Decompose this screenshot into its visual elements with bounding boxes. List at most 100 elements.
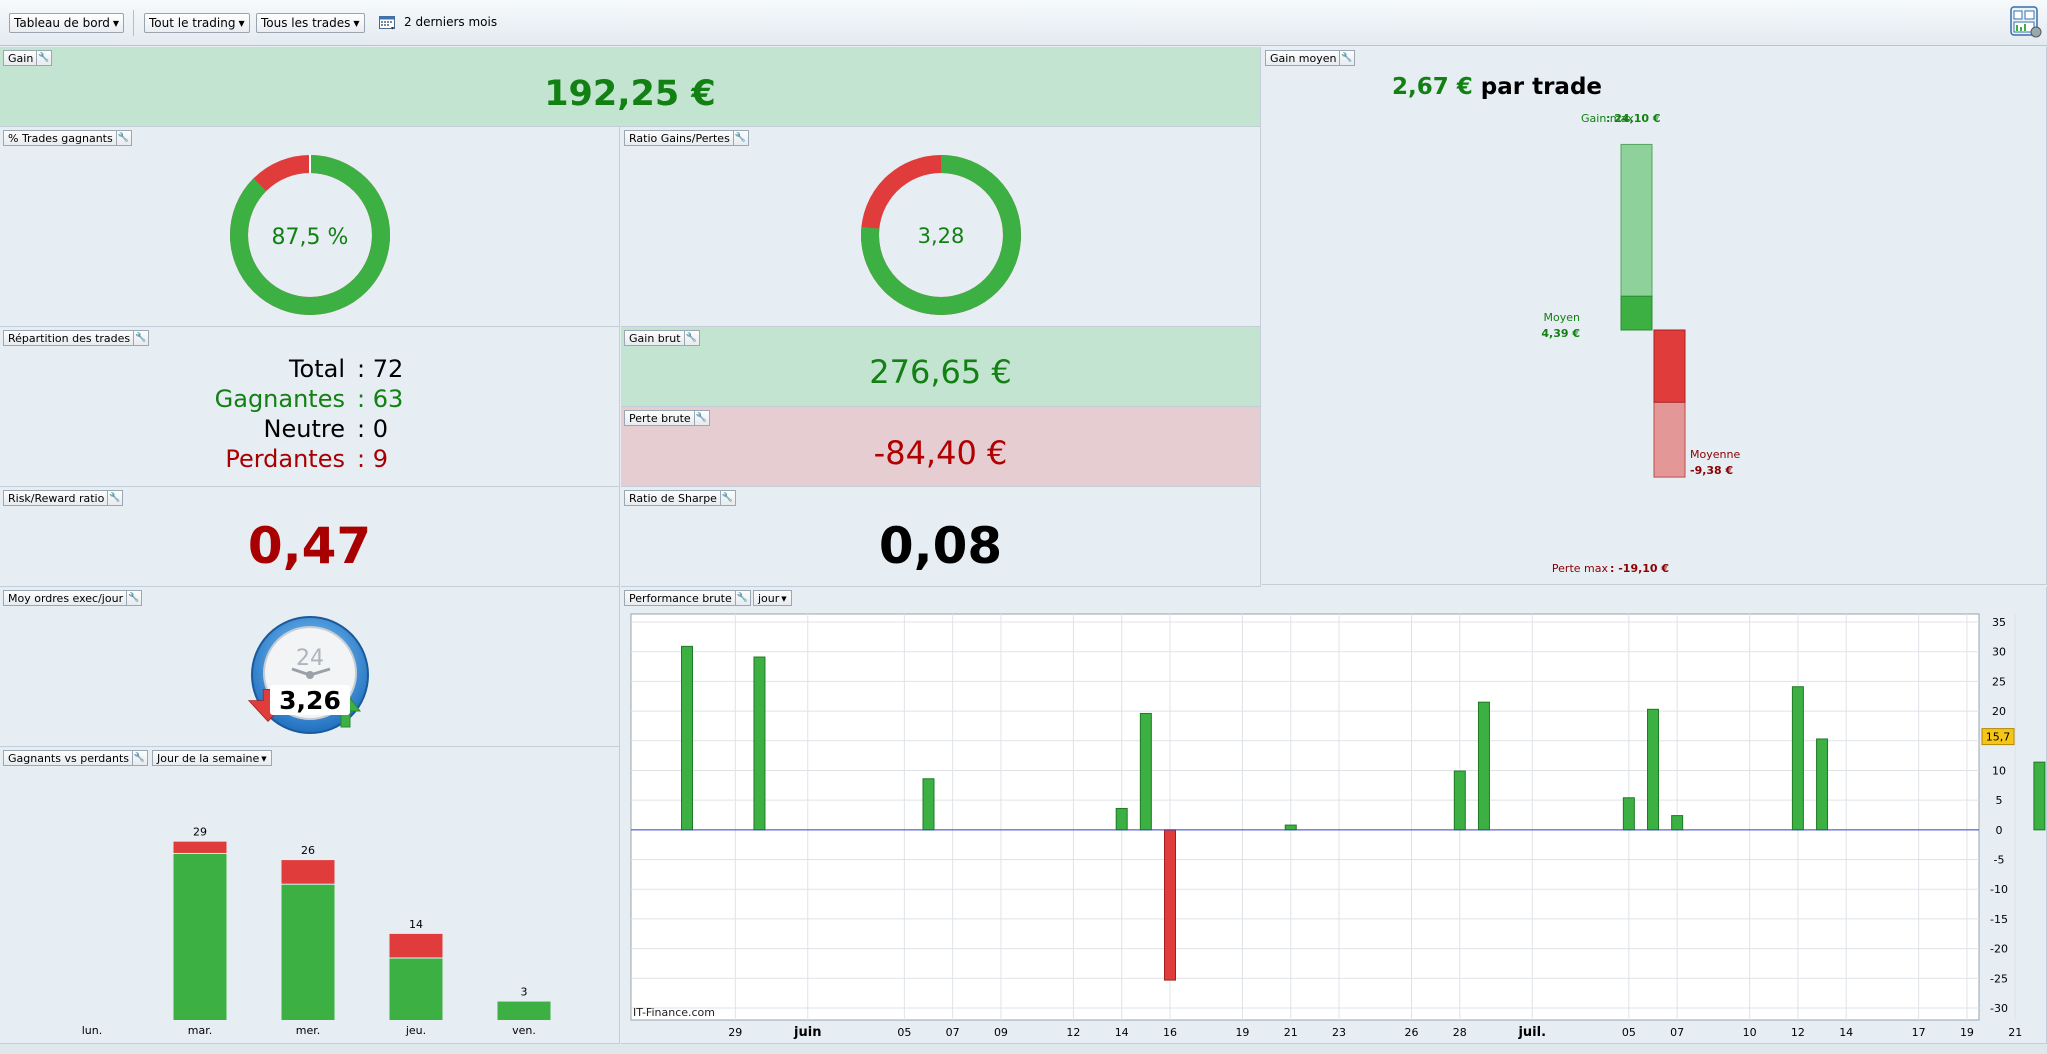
trading-select-label: Tout le trading bbox=[149, 16, 236, 30]
performance-bar bbox=[1139, 712, 1152, 831]
weekday-label: mar. bbox=[188, 1024, 212, 1037]
risk-reward-title-label: Risk/Reward ratio bbox=[8, 492, 105, 505]
x-tick-label: 19 bbox=[1235, 1026, 1249, 1039]
repartition-value: : 72 bbox=[357, 355, 404, 383]
x-tick-label: 12 bbox=[1791, 1026, 1805, 1039]
performance-bar bbox=[1453, 770, 1466, 831]
y-tick-label: 20 bbox=[1992, 705, 2006, 718]
y-tick-label: -10 bbox=[1990, 883, 2008, 896]
repartition-row-neutral: Neutre : 0 bbox=[0, 415, 620, 445]
bar-total-label: 26 bbox=[301, 844, 315, 857]
win-pct-panel: % Trades gagnants 🔧 87,5 % bbox=[0, 127, 620, 327]
trades-select[interactable]: Tous les trades ▼ bbox=[256, 13, 365, 33]
gain-value: 192,25 € bbox=[544, 74, 716, 114]
win-bar bbox=[497, 1001, 551, 1020]
repartition-row-winners: Gagnantes : 63 bbox=[0, 385, 620, 415]
ratio-gp-donut: 3,28 bbox=[861, 155, 1021, 315]
y-tick-label: -20 bbox=[1990, 943, 2008, 956]
x-tick-label: 14 bbox=[1115, 1026, 1129, 1039]
weekday-label: mer. bbox=[296, 1024, 321, 1037]
y-tick-label: -30 bbox=[1990, 1002, 2008, 1015]
gain-title-label: Gain bbox=[8, 52, 34, 65]
win-bar bbox=[173, 853, 227, 1020]
gross-loss-title-label: Perte brute bbox=[629, 412, 691, 425]
x-tick-label: 07 bbox=[946, 1026, 960, 1039]
weekday-label: jeu. bbox=[405, 1024, 426, 1037]
period-label[interactable]: 2 derniers mois bbox=[404, 15, 497, 29]
gross-gain-title-label: Gain brut bbox=[629, 332, 681, 345]
toolbar-divider bbox=[133, 10, 134, 36]
wrench-icon[interactable]: 🔧 bbox=[36, 51, 50, 65]
x-tick-label: 16 bbox=[1163, 1026, 1177, 1039]
y-tick-label: 10 bbox=[1992, 764, 2006, 777]
wrench-icon[interactable]: 🔧 bbox=[719, 491, 734, 505]
weekday-label: lun. bbox=[82, 1024, 103, 1037]
risk-reward-title[interactable]: Risk/Reward ratio 🔧 bbox=[3, 490, 124, 506]
performance-bar bbox=[1115, 807, 1128, 831]
wrench-icon[interactable]: 🔧 bbox=[133, 331, 147, 345]
x-tick-label: 10 bbox=[1743, 1026, 1757, 1039]
avg-win-value: 4,39 € bbox=[1541, 327, 1580, 340]
avg-gain-panel: Gain moyen 🔧 2,67 € par trade Gain max : … bbox=[1262, 47, 2047, 585]
sharpe-title[interactable]: Ratio de Sharpe 🔧 bbox=[624, 490, 736, 506]
repartition-title[interactable]: Répartition des trades 🔧 bbox=[3, 330, 150, 346]
y-tick-label: 30 bbox=[1992, 646, 2006, 659]
sharpe-panel: Ratio de Sharpe 🔧 0,08 bbox=[621, 487, 1261, 587]
wrench-icon[interactable]: 🔧 bbox=[107, 491, 121, 505]
gross-gain-panel: Gain brut 🔧 276,65 € bbox=[621, 327, 1261, 407]
avg-win-label: Moyen bbox=[1544, 311, 1580, 324]
performance-bar bbox=[1622, 797, 1635, 831]
ratio-gp-label: 3,28 bbox=[918, 224, 965, 248]
x-tick-label: 28 bbox=[1453, 1026, 1467, 1039]
x-tick-label: 23 bbox=[1332, 1026, 1346, 1039]
avg-loss-bar bbox=[1653, 329, 1686, 403]
clock-number: 24 bbox=[296, 646, 324, 671]
top-toolbar: Tableau de bord ▼ Tout le trading ▼ Tous l… bbox=[0, 0, 2047, 46]
max-loss-label: Perte max bbox=[1552, 562, 1609, 575]
performance-bar bbox=[1671, 815, 1684, 831]
risk-reward-panel: Risk/Reward ratio 🔧 0,47 bbox=[0, 487, 620, 587]
gross-gain-value: 276,65 € bbox=[869, 353, 1012, 391]
performance-bar bbox=[1816, 738, 1829, 831]
x-tick-label: juil. bbox=[1517, 1025, 1546, 1040]
gain-title[interactable]: Gain 🔧 bbox=[3, 50, 53, 66]
wrench-icon[interactable]: 🔧 bbox=[693, 411, 708, 425]
trades-select-label: Tous les trades bbox=[261, 16, 351, 30]
orders-per-day-panel: Moy ordres exec/jour 🔧 24 3,26 bbox=[0, 587, 620, 747]
clock-gauge: 24 3,26 bbox=[247, 616, 369, 734]
x-tick-label: 29 bbox=[728, 1026, 742, 1039]
x-tick-label: 12 bbox=[1066, 1026, 1080, 1039]
y-tick-label: 5 bbox=[1996, 794, 2003, 807]
win-pct-donut: 87,5 % bbox=[230, 155, 390, 315]
x-tick-label: 14 bbox=[1839, 1026, 1853, 1039]
loss-bar bbox=[389, 933, 443, 958]
loss-bar bbox=[173, 841, 227, 853]
y-tick-label: -25 bbox=[1990, 972, 2008, 985]
max-gain-value: : 24,10 € bbox=[1606, 112, 1661, 125]
trading-select[interactable]: Tout le trading ▼ bbox=[144, 13, 250, 33]
performance-bar bbox=[1284, 824, 1297, 831]
gross-gain-title[interactable]: Gain brut 🔧 bbox=[624, 330, 700, 346]
repartition-value: : 63 bbox=[357, 385, 404, 413]
dashboard-select[interactable]: Tableau de bord ▼ bbox=[9, 13, 125, 33]
chevron-down-icon: ▼ bbox=[353, 19, 360, 28]
performance-bar bbox=[1647, 708, 1659, 831]
x-tick-label: 21 bbox=[1284, 1026, 1298, 1039]
performance-bar bbox=[2033, 761, 2046, 831]
avg-win-bar bbox=[1620, 295, 1653, 331]
bar-total-label: 3 bbox=[521, 986, 528, 999]
repartition-label: Total bbox=[288, 355, 345, 383]
dashboard-settings-icon[interactable] bbox=[2010, 5, 2042, 39]
wrench-icon[interactable]: 🔧 bbox=[683, 331, 698, 345]
calendar-icon[interactable] bbox=[379, 14, 397, 31]
avg-loss-value: -9,38 € bbox=[1690, 464, 1733, 477]
repartition-label: Gagnantes bbox=[214, 385, 345, 413]
gross-loss-panel: Perte brute 🔧 -84,40 € bbox=[621, 407, 1261, 487]
risk-reward-value: 0,47 bbox=[247, 517, 372, 575]
orders-per-day-value: 3,26 bbox=[279, 686, 341, 715]
repartition-title-label: Répartition des trades bbox=[8, 332, 131, 345]
gross-loss-title[interactable]: Perte brute 🔧 bbox=[624, 410, 710, 426]
x-tick-label: juin bbox=[793, 1025, 821, 1040]
performance-bar bbox=[1791, 686, 1804, 831]
y-tick-label: -15 bbox=[1990, 913, 2008, 926]
